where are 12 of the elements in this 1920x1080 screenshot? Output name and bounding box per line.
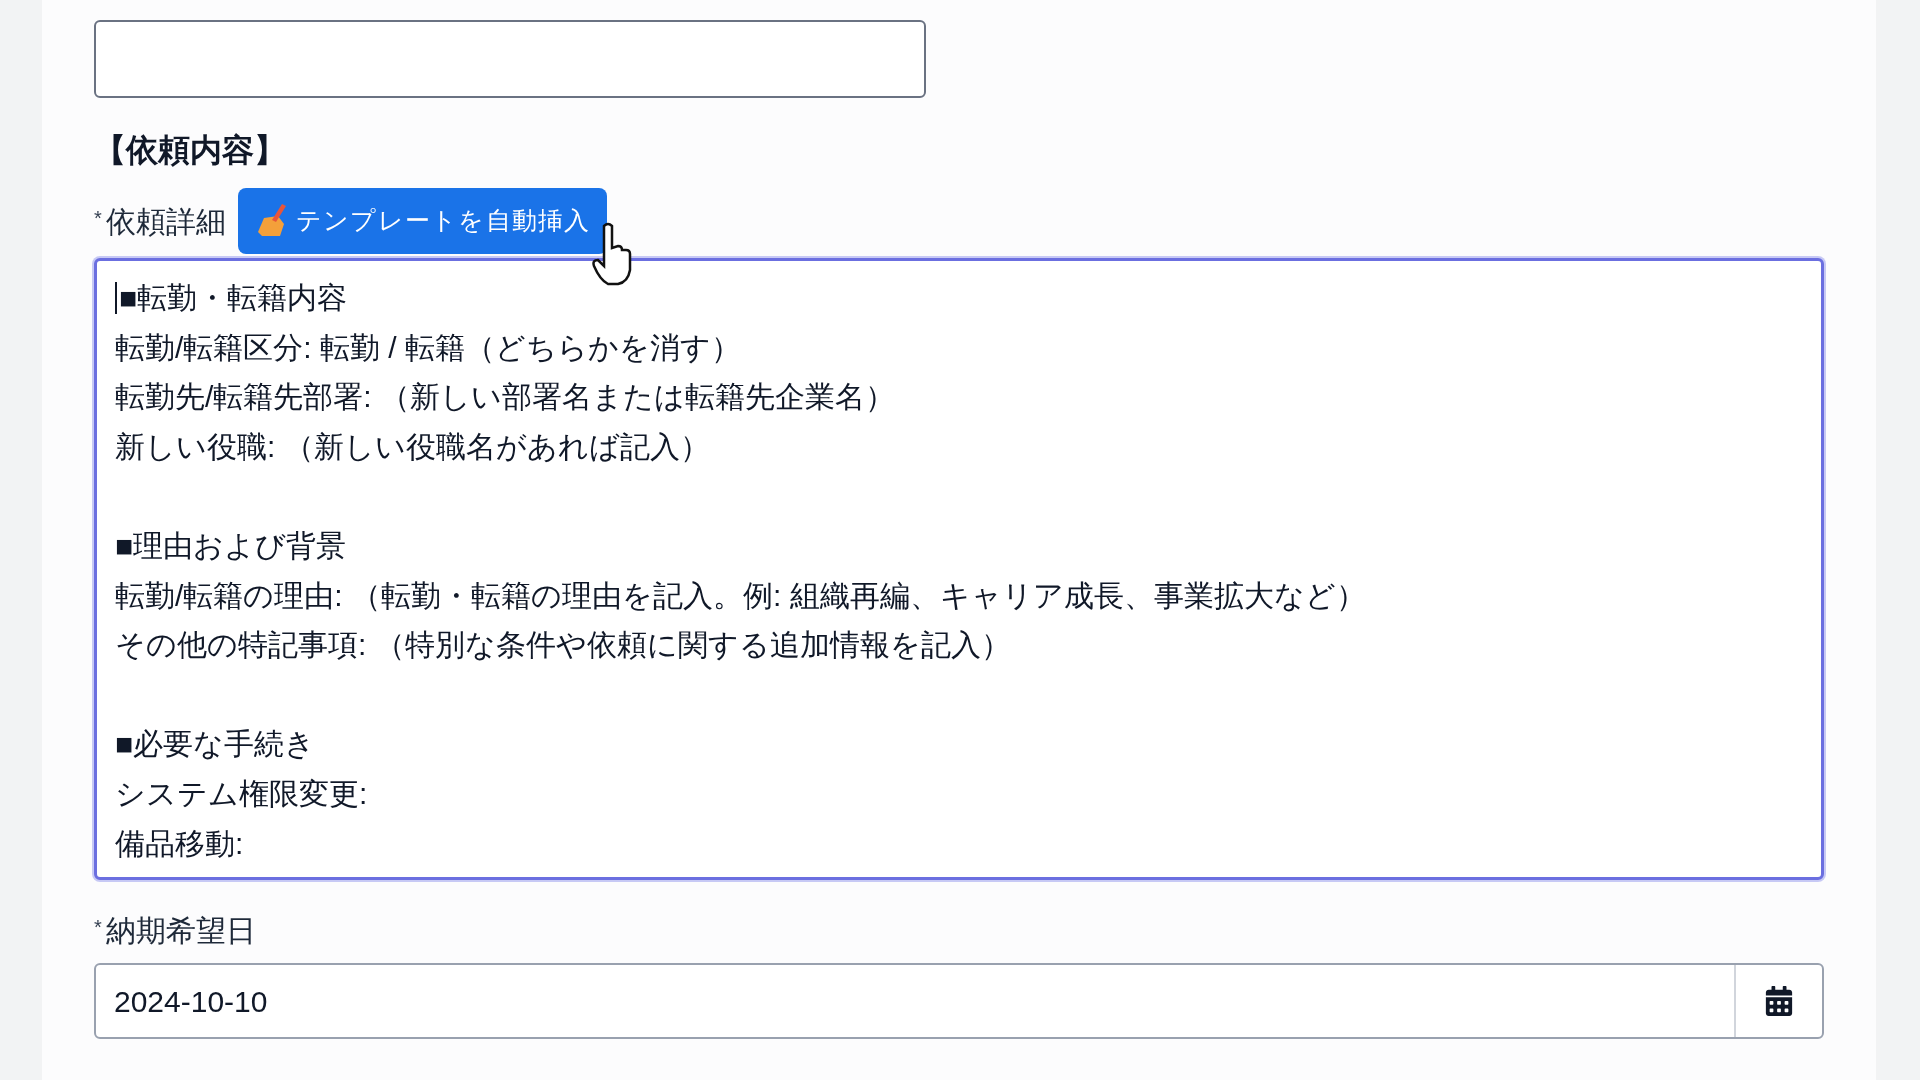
required-asterisk: * xyxy=(94,205,102,231)
insert-template-button[interactable]: テンプレートを自動挿入 xyxy=(237,188,607,254)
required-asterisk: * xyxy=(94,915,102,940)
hand-cursor-icon xyxy=(590,222,634,288)
field-label: 依頼詳細 xyxy=(105,203,226,240)
field-label: 納期希望日 xyxy=(105,913,256,949)
calendar-icon[interactable] xyxy=(1764,986,1794,1016)
detail-textarea[interactable]: ■転勤・転籍内容 転勤/転籍区分: 転勤 / 転籍（どちらかを消す） 転勤先/転籍先部署: （新しい部署名または転籍先企業名） 新しい役職: （新しい役職名があれば記入） ■理由および背景 転勤/転籍の理由: （転勤・転籍の理由を記入。例: 組織再編、キャリア成長、事業拡大など） その他の特記事項: （特別な条件や依頼に関する追加情報を記入） ■必要な手続き システム権限変更: 備品移動: xyxy=(94,258,1824,880)
date-input-field[interactable]: 2024-10-10 xyxy=(94,963,1824,1039)
section-heading: 【依頼内容】 xyxy=(94,134,287,166)
text-caret xyxy=(115,281,117,314)
text-input-field[interactable] xyxy=(94,20,926,98)
